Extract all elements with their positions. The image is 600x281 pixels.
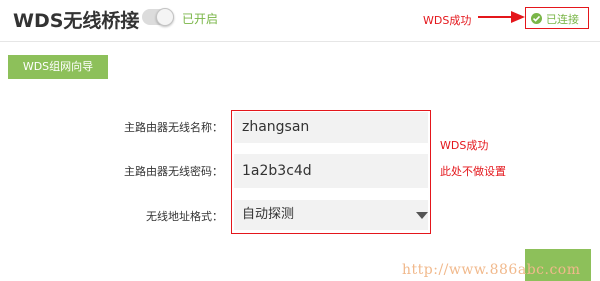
page-title: WDS无线桥接 (13, 10, 140, 32)
password-field[interactable]: 1a2b3c4d (234, 154, 428, 188)
toggle-knob (156, 8, 174, 26)
ssid-label: 主路由器无线名称： (124, 121, 223, 134)
toggle-status-label: 已开启 (182, 12, 219, 26)
annotation-form-success: WDS成功 (440, 139, 489, 152)
header-divider (0, 41, 600, 42)
annotation-top-success: WDS成功 (423, 14, 472, 27)
check-circle-icon (531, 13, 542, 24)
password-label: 主路由器无线密码： (124, 165, 223, 178)
ssid-field[interactable]: zhangsan (234, 112, 428, 143)
watermark-url: http://www.886abc.com (402, 262, 581, 278)
address-format-select[interactable]: 自动探测 (234, 200, 428, 230)
dropdown-arrow-icon (416, 212, 428, 219)
annotation-form-note: 此处不做设置 (440, 165, 506, 178)
address-format-value: 自动探测 (242, 207, 295, 222)
arrow-right-icon (478, 11, 525, 23)
connection-status-badge: 已连接 (525, 7, 589, 29)
wds-wizard-button[interactable]: WDS组网向导 (8, 55, 108, 79)
connection-status-label: 已连接 (546, 13, 579, 26)
wds-toggle-switch[interactable] (142, 8, 174, 26)
address-format-label: 无线地址格式： (146, 210, 223, 223)
